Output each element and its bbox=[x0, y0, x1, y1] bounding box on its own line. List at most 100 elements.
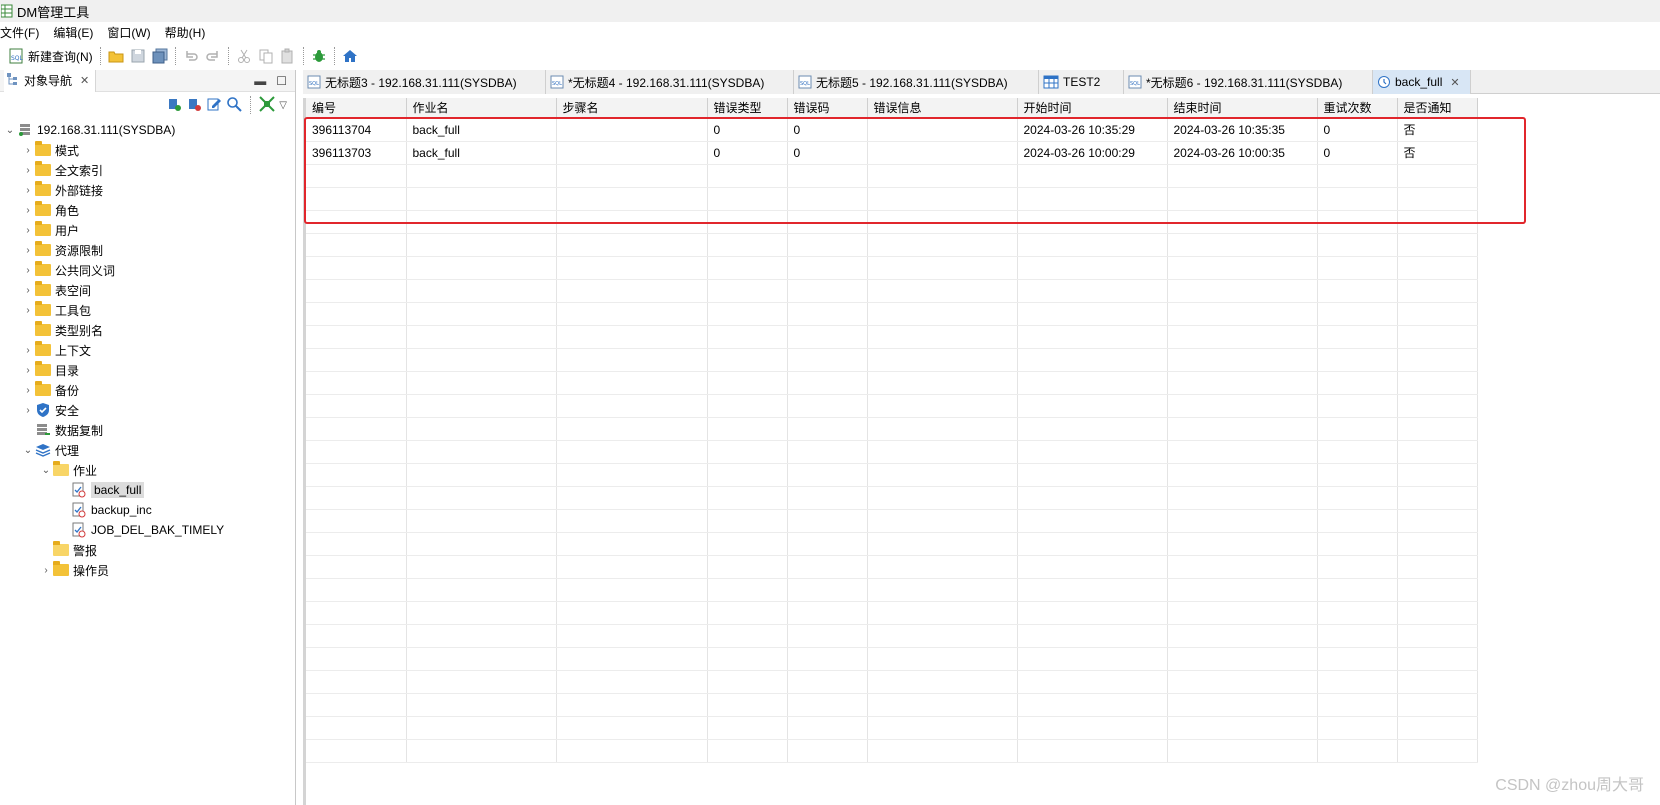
tree-item-data-replication[interactable]: 数据复制 bbox=[0, 420, 295, 440]
chevron-right-icon[interactable]: › bbox=[22, 384, 34, 396]
edit-icon[interactable] bbox=[206, 96, 222, 115]
search-icon[interactable] bbox=[226, 96, 243, 115]
table-cell[interactable] bbox=[556, 141, 708, 165]
column-header[interactable]: 错误类型 bbox=[707, 98, 788, 119]
disconnect-icon[interactable] bbox=[186, 96, 202, 115]
chevron-right-icon[interactable]: › bbox=[22, 304, 34, 316]
chevron-right-icon[interactable]: › bbox=[22, 244, 34, 256]
table-cell[interactable]: 396113703 bbox=[306, 141, 407, 165]
chevron-down-icon[interactable]: ⌄ bbox=[4, 124, 16, 136]
expand-all-icon[interactable] bbox=[259, 95, 276, 115]
table-row[interactable]: 396113703 back_full 0 0 2024-03-26 10:00… bbox=[306, 141, 1478, 165]
menu-window[interactable]: 窗口(W) bbox=[107, 24, 150, 41]
tree-item-job-del-bak[interactable]: JOB_DEL_BAK_TIMELY bbox=[0, 520, 295, 540]
view-menu-icon[interactable]: ▽ bbox=[279, 100, 287, 111]
table-cell[interactable]: 否 bbox=[1397, 141, 1478, 165]
undo-button[interactable] bbox=[180, 45, 202, 67]
chevron-right-icon[interactable]: › bbox=[22, 404, 34, 416]
column-header[interactable]: 编号 bbox=[306, 98, 407, 119]
tree-item-operators[interactable]: › 操作员 bbox=[0, 560, 295, 580]
paste-button[interactable] bbox=[277, 45, 299, 67]
column-header[interactable]: 是否通知 bbox=[1397, 98, 1478, 119]
navigator-tab[interactable]: 对象导航 ✕ bbox=[4, 69, 97, 92]
tree-item-security[interactable]: › 安全 bbox=[0, 400, 295, 420]
open-button[interactable] bbox=[105, 45, 127, 67]
redo-button[interactable] bbox=[202, 45, 224, 67]
tree-item-schema[interactable]: › 模式 bbox=[0, 140, 295, 160]
table-cell[interactable]: 396113704 bbox=[306, 118, 407, 142]
table-cell[interactable]: 2024-03-26 10:00:35 bbox=[1167, 141, 1318, 165]
menu-edit[interactable]: 编辑(E) bbox=[53, 24, 93, 41]
home-button[interactable] bbox=[339, 45, 361, 67]
tree-item-user[interactable]: › 用户 bbox=[0, 220, 295, 240]
new-query-button[interactable]: SQL 新建查询(N) bbox=[6, 45, 96, 67]
chevron-down-icon[interactable]: ⌄ bbox=[22, 444, 34, 456]
tab-untitled4[interactable]: SQL *无标题4 - 192.168.31.111(SYSDBA) bbox=[546, 70, 794, 94]
tree-item-external-link[interactable]: › 外部链接 bbox=[0, 180, 295, 200]
chevron-right-icon[interactable]: › bbox=[22, 144, 34, 156]
table-cell[interactable]: 0 bbox=[707, 141, 788, 165]
chevron-right-icon[interactable]: › bbox=[22, 224, 34, 236]
table-row[interactable]: 396113704 back_full 0 0 2024-03-26 10:35… bbox=[306, 118, 1478, 142]
table-cell[interactable]: back_full bbox=[406, 141, 557, 165]
tree-item-context[interactable]: › 上下文 bbox=[0, 340, 295, 360]
column-header[interactable]: 开始时间 bbox=[1017, 98, 1168, 119]
column-header[interactable]: 错误码 bbox=[787, 98, 868, 119]
save-button[interactable] bbox=[127, 45, 149, 67]
tab-untitled5[interactable]: SQL 无标题5 - 192.168.31.111(SYSDBA) bbox=[794, 70, 1039, 94]
cut-button[interactable] bbox=[233, 45, 255, 67]
chevron-right-icon[interactable]: › bbox=[22, 284, 34, 296]
connect-icon[interactable] bbox=[166, 96, 182, 115]
close-icon[interactable]: ✕ bbox=[1450, 76, 1459, 89]
table-cell[interactable]: 2024-03-26 10:00:29 bbox=[1017, 141, 1168, 165]
menu-file[interactable]: 文件(F) bbox=[0, 24, 39, 41]
close-icon[interactable]: ✕ bbox=[80, 74, 89, 87]
tree-item-fulltext-index[interactable]: › 全文索引 bbox=[0, 160, 295, 180]
column-header[interactable]: 重试次数 bbox=[1317, 98, 1398, 119]
tree-item-directory[interactable]: › 目录 bbox=[0, 360, 295, 380]
tree-item-job-backup-inc[interactable]: backup_inc bbox=[0, 500, 295, 520]
tree-item-job-back-full[interactable]: back_full bbox=[0, 480, 295, 500]
column-header[interactable]: 错误信息 bbox=[867, 98, 1018, 119]
table-cell[interactable]: back_full bbox=[406, 118, 557, 142]
table-cell[interactable]: 0 bbox=[787, 118, 868, 142]
chevron-right-icon[interactable]: › bbox=[40, 564, 52, 576]
chevron-right-icon[interactable]: › bbox=[22, 264, 34, 276]
column-header[interactable]: 结束时间 bbox=[1167, 98, 1318, 119]
table-cell[interactable]: 0 bbox=[1317, 141, 1398, 165]
tree-item-backup[interactable]: › 备份 bbox=[0, 380, 295, 400]
save-all-button[interactable] bbox=[149, 45, 171, 67]
table-cell[interactable] bbox=[556, 118, 708, 142]
tree-item-agent[interactable]: ⌄ 代理 bbox=[0, 440, 295, 460]
tree-item-package[interactable]: › 工具包 bbox=[0, 300, 295, 320]
table-cell[interactable] bbox=[867, 141, 1018, 165]
tree-item-type-alias[interactable]: 类型别名 bbox=[0, 320, 295, 340]
tree-item-resource-limit[interactable]: › 资源限制 bbox=[0, 240, 295, 260]
table-cell[interactable]: 0 bbox=[1317, 118, 1398, 142]
tree-item-role[interactable]: › 角色 bbox=[0, 200, 295, 220]
table-cell[interactable]: 2024-03-26 10:35:29 bbox=[1017, 118, 1168, 142]
chevron-right-icon[interactable]: › bbox=[22, 204, 34, 216]
column-header[interactable]: 步骤名 bbox=[556, 98, 708, 119]
minimize-icon[interactable]: ▬ bbox=[254, 74, 266, 88]
chevron-right-icon[interactable]: › bbox=[22, 364, 34, 376]
maximize-icon[interactable]: ☐ bbox=[276, 74, 287, 88]
tab-back-full[interactable]: back_full ✕ bbox=[1373, 70, 1471, 94]
table-cell[interactable]: 0 bbox=[707, 118, 788, 142]
table-cell[interactable] bbox=[867, 118, 1018, 142]
table-cell[interactable]: 否 bbox=[1397, 118, 1478, 142]
debug-button[interactable] bbox=[308, 45, 330, 67]
table-cell[interactable]: 0 bbox=[787, 141, 868, 165]
chevron-down-icon[interactable]: ⌄ bbox=[40, 464, 52, 476]
tree-item-alerts[interactable]: 警报 bbox=[0, 540, 295, 560]
chevron-right-icon[interactable]: › bbox=[22, 164, 34, 176]
tree-item-public-synonym[interactable]: › 公共同义词 bbox=[0, 260, 295, 280]
tab-untitled6[interactable]: SQL *无标题6 - 192.168.31.111(SYSDBA) bbox=[1124, 70, 1373, 94]
chevron-right-icon[interactable]: › bbox=[22, 344, 34, 356]
tree-root-server[interactable]: ⌄ 192.168.31.111(SYSDBA) bbox=[0, 120, 295, 140]
menu-help[interactable]: 帮助(H) bbox=[165, 24, 206, 41]
chevron-right-icon[interactable]: › bbox=[22, 184, 34, 196]
table-cell[interactable]: 2024-03-26 10:35:35 bbox=[1167, 118, 1318, 142]
tree-item-jobs[interactable]: ⌄ 作业 bbox=[0, 460, 295, 480]
tree-item-tablespace[interactable]: › 表空间 bbox=[0, 280, 295, 300]
